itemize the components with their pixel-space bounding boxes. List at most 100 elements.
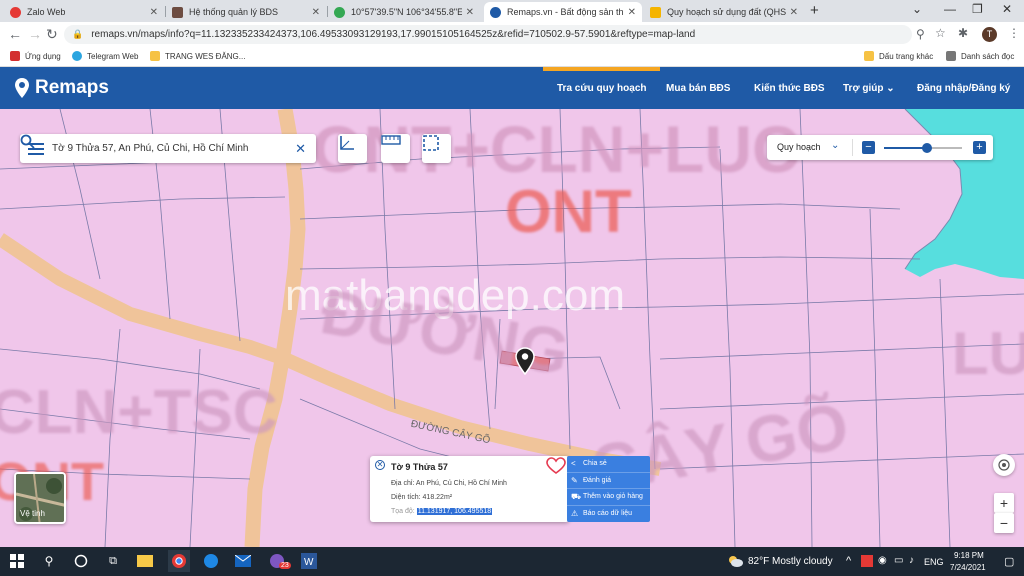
- opacity-slider-handle[interactable]: [921, 143, 932, 153]
- chrome-icon[interactable]: [168, 550, 190, 572]
- url-bar[interactable]: 🔒 remaps.vn/maps/info?q=11.1323352334243…: [64, 25, 912, 44]
- task-view-icon[interactable]: ⧉: [104, 552, 122, 570]
- bookmark-telegram[interactable]: Telegram Web: [72, 51, 138, 61]
- location-pin-icon[interactable]: [515, 347, 535, 375]
- bookmark-trang-wes[interactable]: TRANG WES ĐĂNG...: [150, 51, 245, 61]
- maximize-icon[interactable]: ❐: [972, 2, 983, 16]
- planning-map[interactable]: ONT+CLN+LUC ONT matbangdep.com ĐƯỜNG CLN…: [0, 109, 1024, 547]
- menu-dots-icon[interactable]: ⋮: [1008, 26, 1020, 40]
- remaps-logo[interactable]: Remaps: [14, 77, 109, 99]
- close-tab-icon[interactable]: ✕: [466, 7, 474, 18]
- nav-tro-giup[interactable]: Trợ giúp ⌄: [843, 83, 895, 94]
- clock-time[interactable]: 9:18 PM: [954, 551, 984, 560]
- tab-remaps[interactable]: Remaps.vn - Bất động sản thật ✕: [484, 2, 642, 22]
- parcel-info-popup: ✕ Tờ 9 Thửa 57 Địa chỉ: An Phú, Củ Chi, …: [370, 456, 569, 522]
- tray-app-icon[interactable]: [858, 552, 876, 570]
- new-tab-icon[interactable]: +: [810, 3, 819, 19]
- tab-zalo[interactable]: Zalo Web ✕: [4, 2, 164, 22]
- location-icon[interactable]: ⚲: [916, 27, 925, 41]
- bookmark-star-icon[interactable]: ☆: [935, 26, 946, 40]
- speaker-icon[interactable]: ♪: [909, 555, 914, 566]
- brand-name: Remaps: [35, 77, 109, 98]
- notification-icon[interactable]: ▢: [1004, 555, 1014, 568]
- clear-search-icon[interactable]: ✕: [295, 141, 306, 157]
- action-label: Đánh giá: [583, 476, 612, 484]
- chevron-down-icon[interactable]: ⌄: [831, 140, 839, 151]
- search-input[interactable]: Tờ 9 Thửa 57, An Phú, Củ Chi, Hồ Chí Min…: [52, 143, 295, 154]
- telegram-icon: [72, 51, 82, 61]
- my-location-button[interactable]: [993, 454, 1015, 476]
- cortana-icon[interactable]: [72, 552, 90, 570]
- opacity-increase-button[interactable]: +: [973, 141, 986, 154]
- word-icon[interactable]: W: [300, 552, 318, 570]
- layer-select[interactable]: Quy hoạch: [777, 142, 821, 152]
- bookmark-label: Dấu trang khác: [879, 51, 934, 61]
- input-language[interactable]: ENG: [924, 557, 944, 567]
- axis-icon: [340, 136, 354, 150]
- display-icon[interactable]: ▭: [894, 555, 903, 566]
- coord-value[interactable]: 11.131917, 106.495518: [416, 508, 493, 515]
- bookmark-other[interactable]: Dấu trang khác: [864, 51, 933, 61]
- rate-button[interactable]: ✎ Đánh giá: [567, 473, 650, 489]
- page-favicon-icon: [172, 6, 183, 18]
- favorite-heart-icon[interactable]: [546, 457, 566, 475]
- report-data-button[interactable]: ⚠ Báo cáo dữ liệu: [567, 506, 650, 523]
- chevron-up-icon[interactable]: ^: [846, 555, 851, 567]
- nav-kien-thuc-bds[interactable]: Kiến thức BĐS: [754, 83, 825, 94]
- opacity-decrease-button[interactable]: −: [862, 141, 875, 154]
- file-explorer-icon[interactable]: [136, 552, 154, 570]
- zalo-favicon-icon: [10, 6, 21, 18]
- search-icon[interactable]: ⚲: [40, 552, 58, 570]
- tab-qhsdd[interactable]: Quy hoạch sử dụng đất (QHSDĐ) ✕: [644, 2, 804, 22]
- cart-icon: ⛟: [571, 491, 582, 501]
- add-to-cart-button[interactable]: ⛟ Thêm vào giỏ hàng: [567, 489, 650, 506]
- share-button[interactable]: < Chia sẻ: [567, 456, 650, 473]
- weather-text[interactable]: 82°F Mostly cloudy: [748, 556, 833, 567]
- minimize-icon[interactable]: —: [944, 2, 956, 16]
- forward-icon[interactable]: →: [28, 26, 42, 42]
- satellite-label: Vệ tinh: [20, 509, 45, 518]
- close-tab-icon[interactable]: ✕: [628, 7, 636, 18]
- network-icon[interactable]: ◉: [878, 555, 887, 566]
- close-popup-icon[interactable]: ✕: [375, 460, 385, 470]
- zoom-out-button[interactable]: −: [994, 513, 1014, 533]
- satellite-toggle[interactable]: Vệ tinh: [14, 472, 66, 524]
- close-tab-icon[interactable]: ✕: [790, 7, 798, 18]
- close-window-icon[interactable]: ✕: [1002, 2, 1012, 16]
- nav-dang-nhap[interactable]: Đăng nhập/Đăng ký: [917, 83, 1010, 94]
- mail-icon[interactable]: [234, 552, 252, 570]
- clock-date[interactable]: 7/24/2021: [950, 563, 986, 572]
- coord-label: Tọa độ:: [391, 508, 415, 515]
- nav-tra-cuu-quy-hoach[interactable]: Tra cứu quy hoạch: [542, 67, 662, 94]
- reading-list[interactable]: Danh sách đọc: [946, 51, 1014, 61]
- nav-mua-ban-bds[interactable]: Mua bán BĐS: [666, 83, 730, 94]
- zoom-in-button[interactable]: +: [994, 493, 1014, 513]
- edge-icon[interactable]: [202, 552, 220, 570]
- share-icon: <: [571, 459, 576, 469]
- bookmark-label: TRANG WES ĐĂNG...: [165, 51, 246, 61]
- windows-start-icon[interactable]: [8, 552, 26, 570]
- tab-search-icon[interactable]: ⌄: [912, 2, 922, 16]
- folder-icon: [864, 51, 874, 61]
- search-icon[interactable]: [20, 134, 35, 149]
- folder-icon: [150, 51, 160, 61]
- close-tab-icon[interactable]: ✕: [150, 7, 158, 18]
- extensions-icon[interactable]: ✱: [958, 26, 968, 40]
- reload-icon[interactable]: ↻: [46, 26, 58, 42]
- opacity-slider-fill: [884, 147, 927, 149]
- tab-google-maps[interactable]: 10°57'39.5"N 106°34'55.8"E - Goo ✕: [328, 2, 480, 22]
- tab-title: Zalo Web: [27, 7, 66, 17]
- action-label: Báo cáo dữ liệu: [583, 510, 633, 518]
- tab-he-thong[interactable]: Hệ thống quản lý BDS ✕: [166, 2, 326, 22]
- weather-icon[interactable]: [726, 552, 744, 570]
- svg-text:W: W: [304, 557, 314, 568]
- measure-distance-button[interactable]: [381, 134, 410, 163]
- measure-area-button[interactable]: [422, 134, 451, 163]
- back-icon[interactable]: ←: [8, 26, 22, 42]
- action-label: Chia sẻ: [583, 460, 607, 468]
- bookmark-apps[interactable]: Ứng dụng: [10, 51, 61, 61]
- measure-axis-button[interactable]: [338, 134, 367, 163]
- profile-avatar[interactable]: T: [982, 27, 997, 42]
- bookmark-label: Ứng dụng: [25, 51, 61, 61]
- close-tab-icon[interactable]: ✕: [312, 7, 320, 18]
